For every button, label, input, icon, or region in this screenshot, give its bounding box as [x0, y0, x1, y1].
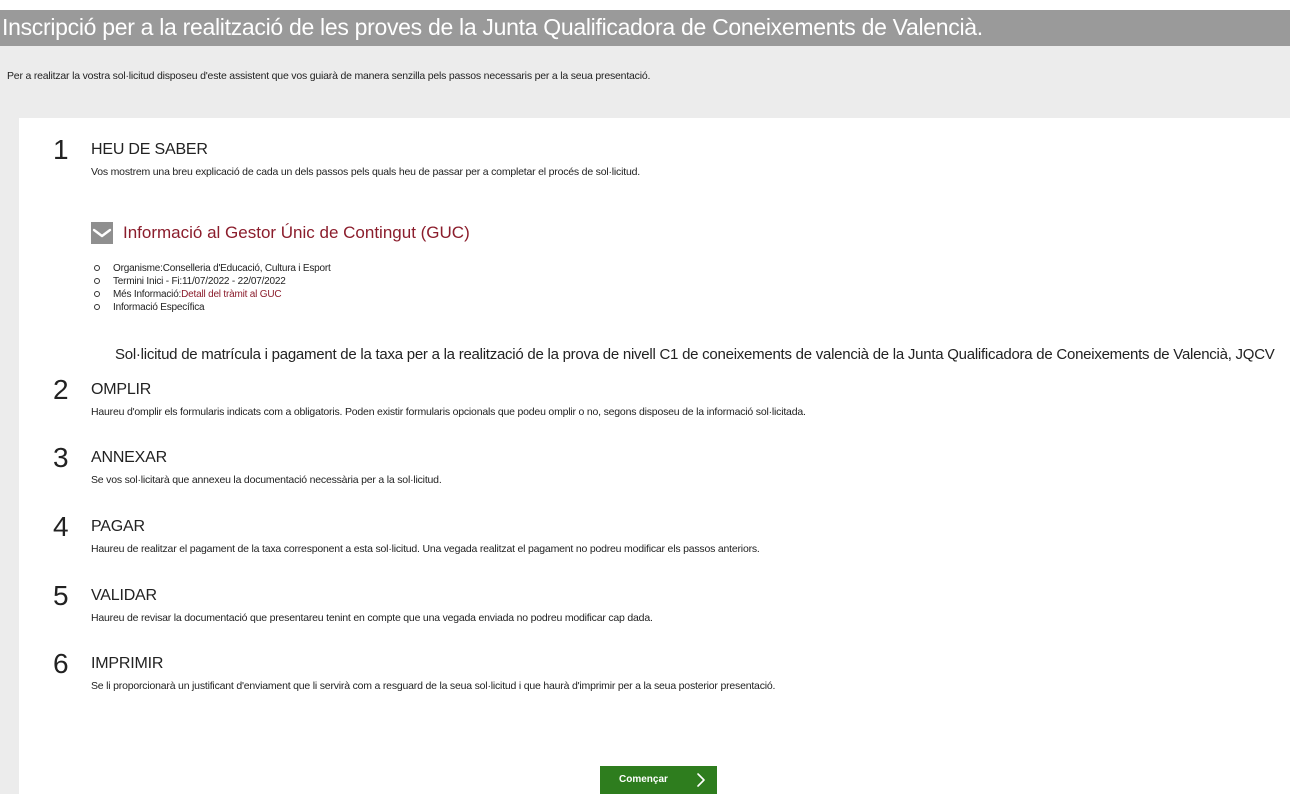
bullet-icon — [94, 265, 100, 271]
guc-detail-link[interactable]: Detall del tràmit al GUC — [181, 289, 281, 300]
informacio-especifica-text: Sol·licitud de matrícula i pagament de l… — [115, 346, 1275, 363]
step-number: 4 — [53, 511, 69, 542]
step-title: HEU DE SABER — [91, 141, 208, 158]
list-item-termini: Termini Inici - Fi:11/07/2022 - 22/07/20… — [93, 275, 331, 288]
list-item-mes-informacio: Més Informació:Detall del tràmit al GUC — [93, 288, 331, 301]
step-number: 5 — [53, 580, 69, 611]
step-description: Haureu d'omplir els formularis indicats … — [91, 406, 806, 418]
step-number: 2 — [53, 374, 69, 405]
step-description: Vos mostrem una breu explicació de cada … — [91, 166, 640, 178]
informacio-especifica-label: Informació Específica — [113, 302, 205, 313]
guc-info-toggle-label: Informació al Gestor Únic de Contingut (… — [123, 223, 470, 242]
guc-info-list: Organisme:Conselleria d'Educació, Cultur… — [93, 262, 331, 314]
step-description: Haureu de revisar la documentació que pr… — [91, 612, 653, 624]
step-description: Se vos sol·licitarà que annexeu la docum… — [91, 474, 442, 486]
start-button[interactable]: Començar — [600, 766, 717, 794]
step-title: PAGAR — [91, 518, 145, 535]
mes-informacio-label: Més Informació: — [113, 289, 182, 300]
termini-value: 11/07/2022 - 22/07/2022 — [181, 276, 286, 287]
step-number: 6 — [53, 648, 69, 679]
steps-panel: 1 HEU DE SABER Vos mostrem una breu expl… — [19, 118, 1290, 794]
title-bar: Inscripció per a la realització de les p… — [0, 10, 1290, 46]
organisme-value: Conselleria d'Educació, Cultura i Esport — [162, 263, 331, 274]
step-title: OMPLIR — [91, 381, 152, 398]
list-item-informacio-especifica: Informació Específica — [93, 301, 331, 314]
step-title: ANNEXAR — [91, 449, 167, 466]
termini-label: Termini Inici - Fi: — [113, 276, 182, 287]
page: Heu de saber Inscripció per a la realitz… — [0, 0, 1290, 794]
list-item-organisme: Organisme:Conselleria d'Educació, Cultur… — [93, 262, 331, 275]
chevron-right-icon — [696, 772, 706, 791]
bullet-icon — [94, 304, 100, 310]
step-title: VALIDAR — [91, 587, 157, 604]
step-number: 1 — [53, 134, 69, 165]
step-title: IMPRIMIR — [91, 655, 164, 672]
page-title: Inscripció per a la realització de les p… — [2, 14, 983, 40]
step-number: 3 — [53, 442, 69, 473]
start-button-label: Començar — [619, 774, 668, 785]
bullet-icon — [94, 278, 100, 284]
organisme-label: Organisme: — [113, 263, 163, 274]
chevron-down-icon — [91, 222, 113, 244]
step-description: Se li proporcionarà un justificant d'env… — [91, 680, 776, 692]
step-description: Haureu de realitzar el pagament de la ta… — [91, 543, 760, 555]
bullet-icon — [94, 291, 100, 297]
intro-text: Per a realitzar la vostra sol·licitud di… — [7, 70, 651, 82]
